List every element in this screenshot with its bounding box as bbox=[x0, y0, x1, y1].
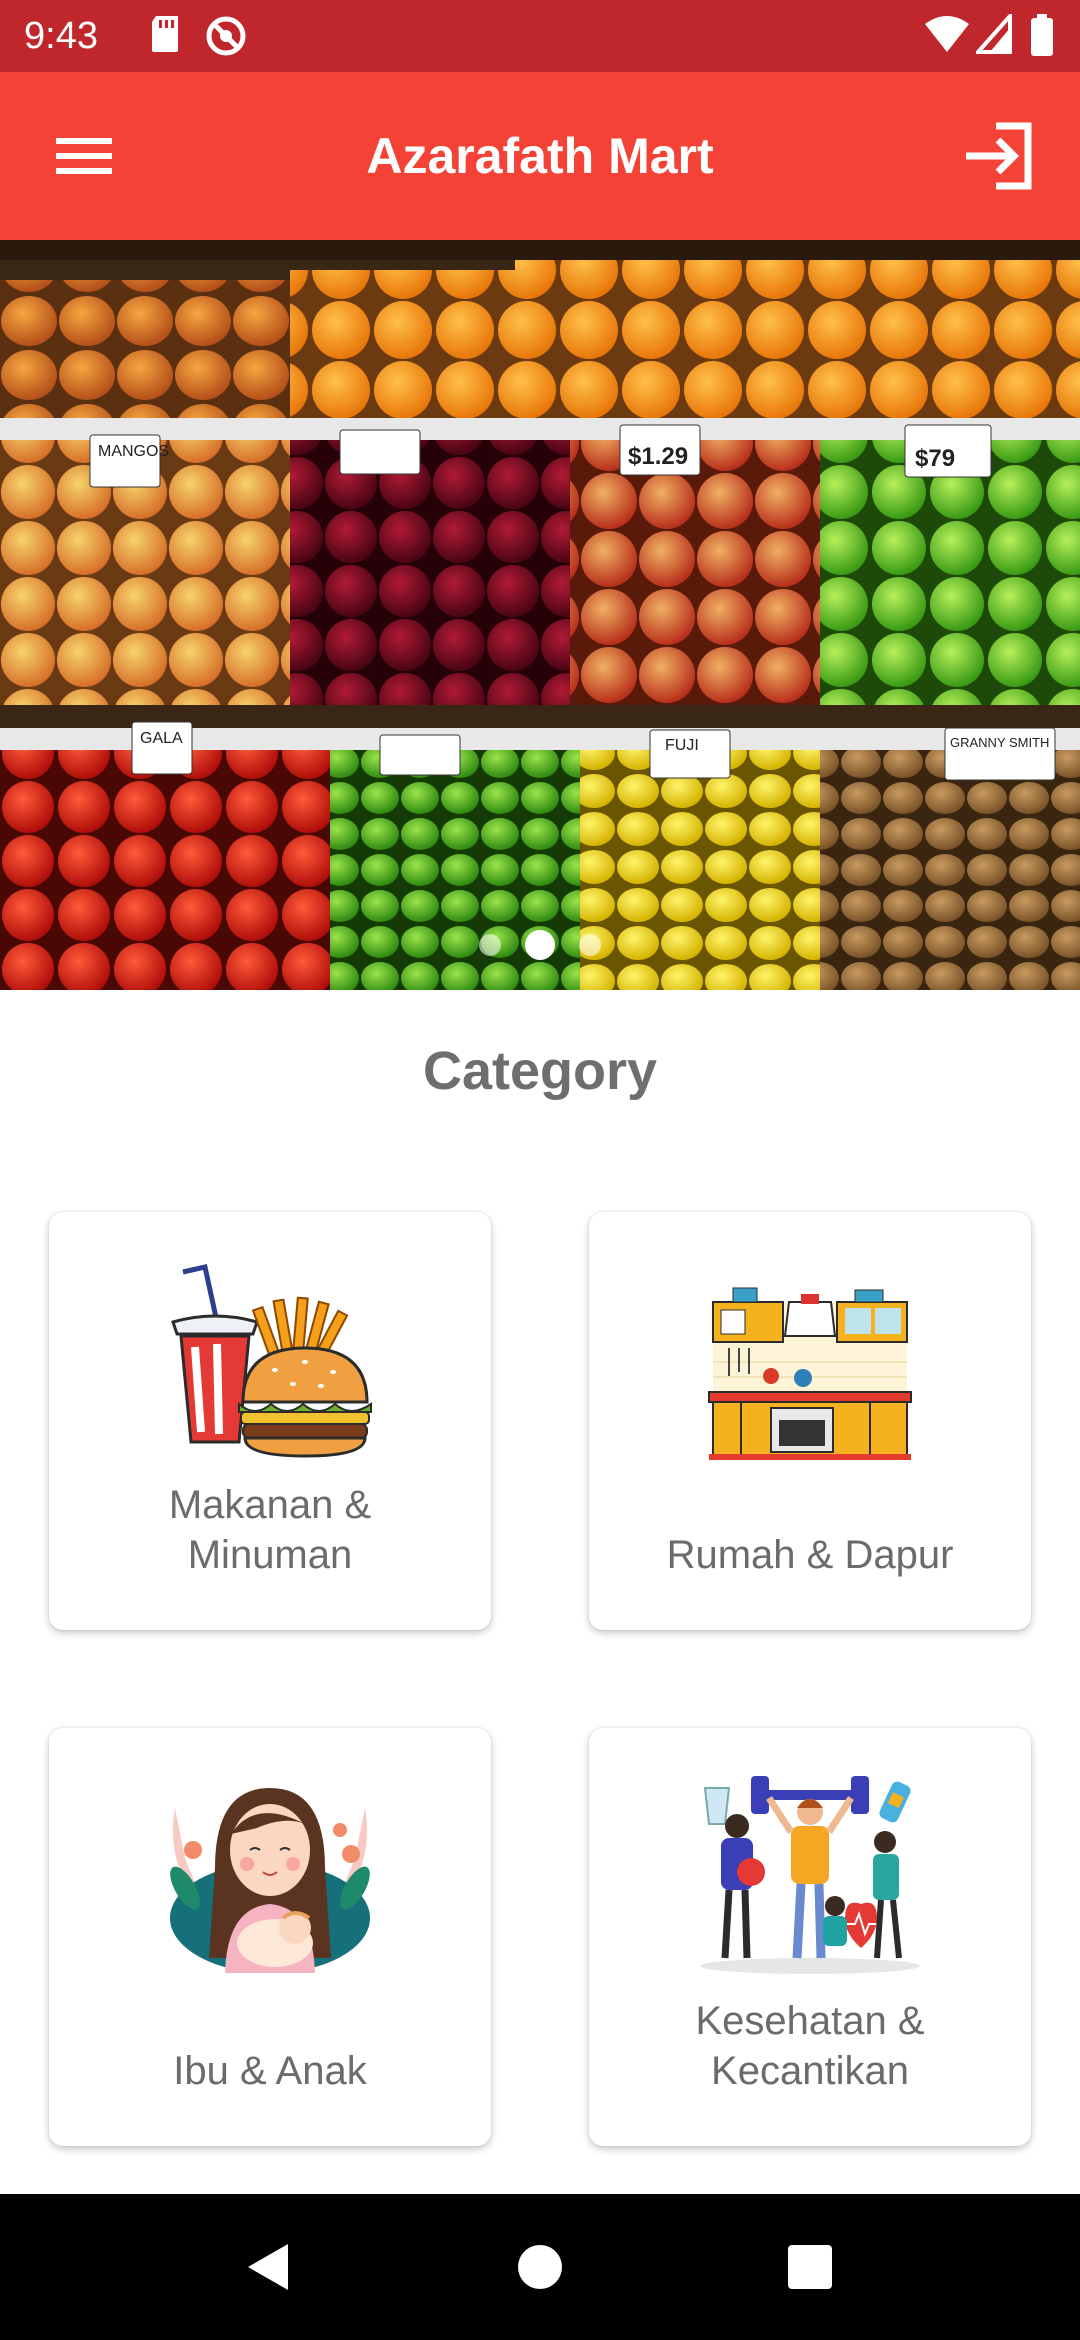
category-card-home-kitchen[interactable]: Rumah & Dapur bbox=[589, 1212, 1031, 1630]
no-disturb-icon bbox=[206, 16, 246, 56]
kitchen-icon bbox=[708, 1287, 912, 1460]
carousel-indicator bbox=[0, 930, 1080, 960]
mother-child-icon bbox=[170, 1788, 370, 1973]
system-nav-bar bbox=[0, 2194, 1080, 2340]
food-drink-icon bbox=[171, 1264, 372, 1458]
recents-icon bbox=[788, 2245, 832, 2289]
tag-price-1: $1.29 bbox=[628, 443, 688, 470]
tag-fuji: FUJI bbox=[665, 737, 699, 754]
signal-icon bbox=[976, 14, 1012, 54]
category-label: Makanan & Minuman bbox=[168, 1483, 372, 1577]
category-label: Ibu & Anak bbox=[173, 2049, 367, 2093]
home-icon bbox=[518, 2245, 562, 2289]
sd-card-icon bbox=[152, 16, 178, 52]
category-card-food-drink[interactable]: Makanan & Minuman bbox=[49, 1212, 491, 1630]
status-time: 9:43 bbox=[24, 15, 98, 57]
health-beauty-icon bbox=[700, 1776, 920, 1974]
carousel-dot[interactable] bbox=[579, 934, 602, 956]
login-button[interactable] bbox=[956, 112, 1044, 200]
login-icon bbox=[966, 122, 1032, 190]
menu-button[interactable] bbox=[40, 116, 128, 196]
category-label: Rumah & Dapur bbox=[666, 1533, 954, 1577]
tag-gala: GALA bbox=[140, 730, 183, 747]
hamburger-menu-icon bbox=[56, 138, 112, 174]
wifi-icon bbox=[925, 16, 969, 52]
app-bar: Azarafath Mart bbox=[0, 72, 1080, 240]
back-icon bbox=[248, 2244, 288, 2290]
battery-icon bbox=[1031, 14, 1053, 56]
home-button[interactable] bbox=[500, 2232, 580, 2302]
tag-granny-smith: GRANNY SMITH bbox=[950, 735, 1049, 750]
carousel-dot-active[interactable] bbox=[525, 930, 555, 960]
app-title: Azarafath Mart bbox=[366, 128, 714, 184]
banner-image: MANGOS $1.29 $79 GALA FUJI GRANNY SMITH bbox=[0, 240, 1080, 990]
back-button[interactable] bbox=[228, 2232, 308, 2302]
category-card-health-beauty[interactable]: Kesehatan & Kecantikan bbox=[589, 1728, 1031, 2146]
tag-mangos: MANGOS bbox=[98, 443, 169, 460]
status-bar: 9:43 bbox=[0, 0, 1080, 72]
category-card-mother-child[interactable]: Ibu & Anak bbox=[49, 1728, 491, 2146]
category-title: Category bbox=[422, 1041, 658, 1101]
banner-carousel[interactable]: MANGOS $1.29 $79 GALA FUJI GRANNY SMITH bbox=[0, 240, 1080, 990]
carousel-dot[interactable] bbox=[478, 934, 501, 956]
tag-price-2: $79 bbox=[915, 445, 955, 472]
category-label: Kesehatan & Kecantikan bbox=[695, 1999, 925, 2093]
recents-button[interactable] bbox=[770, 2232, 850, 2302]
